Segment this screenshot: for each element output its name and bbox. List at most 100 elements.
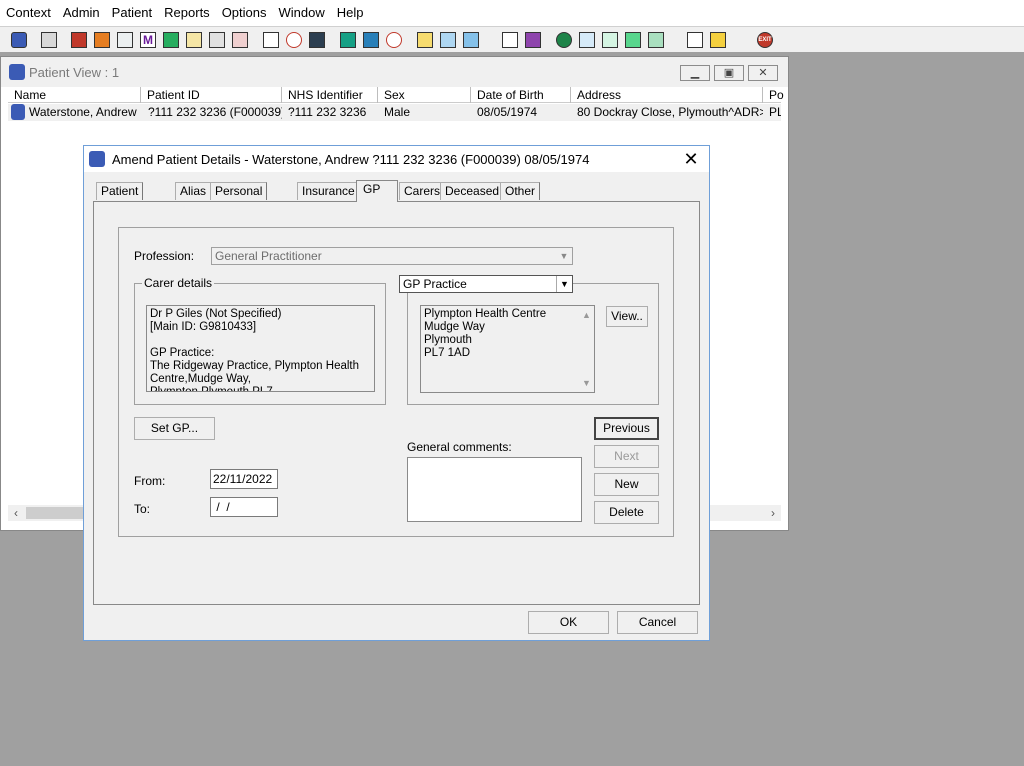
row-sex: Male <box>384 105 411 119</box>
ok-button[interactable]: OK <box>528 611 609 634</box>
notes-icon[interactable] <box>183 29 205 51</box>
checklist-edit-icon[interactable] <box>599 29 621 51</box>
row-nhs: ?111 232 3236 <box>288 105 367 119</box>
gp-tab-panel: Profession: General Practitioner ▼ Carer… <box>93 201 700 605</box>
close-window-button[interactable]: ✕ <box>748 65 778 81</box>
download-check-icon[interactable] <box>622 29 644 51</box>
tab-alias[interactable]: Alias <box>175 182 212 200</box>
tab-other[interactable]: Other <box>500 182 541 200</box>
view-button[interactable]: View.. <box>606 306 648 327</box>
cancel-button[interactable]: Cancel <box>617 611 698 634</box>
profession-select[interactable]: General Practitioner ▼ <box>211 247 573 265</box>
monitor-icon[interactable] <box>306 29 328 51</box>
letter-m-icon[interactable]: M <box>137 29 159 51</box>
dialog-titlebar: Amend Patient Details - Waterstone, Andr… <box>84 146 709 172</box>
swap-icon[interactable] <box>684 29 706 51</box>
tab-personal-carers[interactable]: Personal Carers <box>210 182 268 214</box>
gp-practice-select[interactable]: GP Practice ▼ <box>399 275 573 293</box>
patient-view-title: Patient View : 1 <box>29 65 120 80</box>
chevron-down-icon: ▼ <box>559 251 569 261</box>
checklist-icon[interactable] <box>576 29 598 51</box>
carer-details-text[interactable]: Dr P Giles (Not Specified) [Main ID: G98… <box>146 305 375 392</box>
column-sex[interactable]: Sex <box>378 87 471 103</box>
practice-address-text[interactable]: Plympton Health Centre Mudge Way Plymout… <box>420 305 595 393</box>
patient-icon[interactable] <box>8 29 30 51</box>
transfer-icon[interactable] <box>206 29 228 51</box>
new-button[interactable]: New <box>594 473 659 496</box>
report-icon[interactable] <box>337 29 359 51</box>
list-icon[interactable] <box>414 29 436 51</box>
scroll-thumb[interactable] <box>26 507 86 519</box>
row-dob: 08/05/1974 <box>477 105 538 119</box>
search-record-icon[interactable] <box>114 29 136 51</box>
from-label: From: <box>134 474 166 488</box>
printer-icon[interactable] <box>38 29 60 51</box>
set-gp-button[interactable]: Set GP... <box>134 417 215 440</box>
column-postcode[interactable]: Po <box>763 87 784 103</box>
menu-reports[interactable]: Reports <box>158 0 216 26</box>
patient-view-titlebar: Patient View : 1 ▁ ▣ ✕ <box>1 57 788 87</box>
warning-icon[interactable] <box>707 29 729 51</box>
gp-practice-value: GP Practice <box>403 277 467 291</box>
general-comments-input[interactable] <box>407 457 582 522</box>
patient-row-icon <box>11 104 25 120</box>
delete-button[interactable]: Delete <box>594 501 659 524</box>
previous-button[interactable]: Previous <box>594 417 659 440</box>
tab-carers[interactable]: Carers <box>399 182 446 200</box>
exit-icon[interactable]: EXIT <box>754 29 776 51</box>
document-icon[interactable] <box>499 29 521 51</box>
clock-icon[interactable] <box>283 29 305 51</box>
dialog-patient-icon <box>89 151 105 167</box>
to-date-input[interactable]: / / <box>210 497 278 517</box>
no-entry-icon[interactable] <box>260 29 282 51</box>
toolbar: M EXIT <box>0 26 1024 53</box>
next-button[interactable]: Next <box>594 445 659 468</box>
menu-help[interactable]: Help <box>331 0 370 26</box>
tab-insurance[interactable]: Insurance <box>297 182 360 200</box>
profession-label: Profession: <box>134 249 195 263</box>
cart-icon[interactable] <box>460 29 482 51</box>
book-icon[interactable] <box>68 29 90 51</box>
close-icon[interactable]: ✕ <box>681 149 701 169</box>
globe-icon[interactable] <box>553 29 575 51</box>
chat-icon[interactable] <box>360 29 382 51</box>
tab-deceased[interactable]: Deceased <box>440 182 505 200</box>
chevron-down-icon: ▼ <box>556 276 572 292</box>
column-patient-id[interactable]: Patient ID <box>141 87 282 103</box>
scroll-left-icon[interactable]: ‹ <box>8 505 24 521</box>
maximize-button[interactable]: ▣ <box>714 65 744 81</box>
profession-value: General Practitioner <box>215 249 322 263</box>
stop-clock-icon[interactable] <box>383 29 405 51</box>
edit-book-icon[interactable] <box>91 29 113 51</box>
general-comments-label: General comments: <box>407 440 512 454</box>
menu-context[interactable]: Context <box>0 0 57 26</box>
row-patient-id: ?111 232 3236 (F000039) <box>148 105 282 119</box>
column-nhs-identifier[interactable]: NHS Identifier <box>282 87 378 103</box>
menu-options[interactable]: Options <box>216 0 273 26</box>
amend-patient-dialog: Amend Patient Details - Waterstone, Andr… <box>83 145 710 641</box>
gp-practice-group: Plympton Health Centre Mudge Way Plymout… <box>407 283 659 405</box>
column-address[interactable]: Address <box>571 87 763 103</box>
bar-chart-icon[interactable] <box>522 29 544 51</box>
row-address: 80 Dockray Close, Plymouth^ADR>> <box>577 105 763 119</box>
scroll-down-icon[interactable]: ▼ <box>582 378 656 388</box>
scroll-right-icon[interactable]: › <box>765 505 781 521</box>
checklist-green-icon[interactable] <box>645 29 667 51</box>
menu-patient[interactable]: Patient <box>106 0 158 26</box>
tab-gp[interactable]: GP <box>356 180 398 202</box>
menu-window[interactable]: Window <box>273 0 331 26</box>
ambulance-icon[interactable] <box>229 29 251 51</box>
tab-patient-details[interactable]: Patient Details <box>96 182 144 214</box>
column-name[interactable]: Name <box>8 87 141 103</box>
dialog-title: Amend Patient Details - Waterstone, Andr… <box>112 152 590 167</box>
from-date-input[interactable]: 22/11/2022 <box>210 469 278 489</box>
column-date-of-birth[interactable]: Date of Birth <box>471 87 571 103</box>
minimize-button[interactable]: ▁ <box>680 65 710 81</box>
to-label: To: <box>134 502 151 516</box>
bed-icon[interactable] <box>437 29 459 51</box>
menu-bar: Context Admin Patient Reports Options Wi… <box>0 0 1024 26</box>
row-postcode: PL <box>769 105 781 119</box>
person-icon[interactable] <box>160 29 182 51</box>
table-row[interactable]: Waterstone, Andrew ?111 232 3236 (F00003… <box>8 104 781 121</box>
menu-admin[interactable]: Admin <box>57 0 106 26</box>
